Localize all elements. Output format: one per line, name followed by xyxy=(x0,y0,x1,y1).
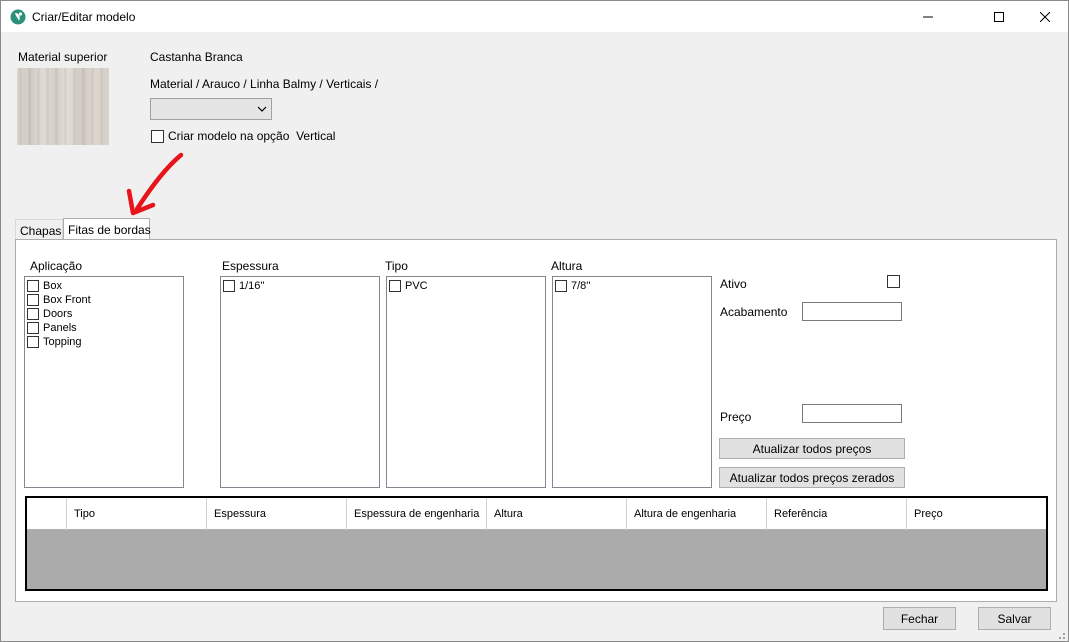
list-item[interactable]: PVC xyxy=(387,279,545,293)
tipo-checkbox[interactable] xyxy=(389,280,401,292)
column-header-tipo[interactable]: Tipo xyxy=(67,498,207,530)
aplicacao-checkbox[interactable] xyxy=(27,280,39,292)
column-header-espessura-engenharia[interactable]: Espessura de engenharia xyxy=(347,498,487,530)
column-header-referencia[interactable]: Referência xyxy=(767,498,907,530)
altura-label: Altura xyxy=(551,259,583,273)
create-vertical-checkbox[interactable] xyxy=(151,129,164,143)
prices-grid[interactable]: Tipo Espessura Espessura de engenharia A… xyxy=(25,496,1048,591)
aplicacao-checkbox[interactable] xyxy=(27,336,39,348)
resize-grip-icon[interactable] xyxy=(1055,629,1067,641)
maximize-button[interactable] xyxy=(976,1,1022,32)
tab-panel-fitas-de-bordas: Aplicação Box Box Front Doors Panels Top… xyxy=(15,239,1057,602)
aplicacao-checkbox[interactable] xyxy=(27,308,39,320)
ativo-label: Ativo xyxy=(720,277,747,291)
close-window-button[interactable] xyxy=(1022,1,1068,32)
close-icon xyxy=(1040,11,1050,22)
list-item[interactable]: 1/16'' xyxy=(221,279,379,293)
material-label: Material superior xyxy=(18,50,108,64)
material-swatch xyxy=(17,68,109,145)
material-name: Castanha Branca xyxy=(150,50,243,64)
column-header-espessura[interactable]: Espessura xyxy=(207,498,347,530)
aplicacao-label: Aplicação xyxy=(30,259,83,273)
aplicacao-checkbox[interactable] xyxy=(27,322,39,334)
acabamento-input[interactable] xyxy=(802,302,902,321)
tipo-label: Tipo xyxy=(385,259,408,273)
list-item[interactable]: Panels xyxy=(25,321,183,335)
espessura-label: Espessura xyxy=(222,259,279,273)
list-item-label: Panels xyxy=(43,322,77,334)
altura-checkbox[interactable] xyxy=(555,280,567,292)
list-item-label: 1/16'' xyxy=(239,280,265,292)
update-zeroed-prices-button[interactable]: Atualizar todos preços zerados xyxy=(719,467,905,488)
list-item-label: Box Front xyxy=(43,294,91,306)
aplicacao-list: Box Box Front Doors Panels Topping xyxy=(24,276,184,488)
window-title: Criar/Editar modelo xyxy=(32,10,136,24)
chevron-down-icon xyxy=(257,106,267,112)
preco-label: Preço xyxy=(720,410,752,424)
material-combo[interactable] xyxy=(150,98,272,120)
espessura-checkbox[interactable] xyxy=(223,280,235,292)
list-item-label: Doors xyxy=(43,308,73,320)
list-item-label: 7/8'' xyxy=(571,280,591,292)
tab-fitas-de-bordas[interactable]: Fitas de bordas xyxy=(63,218,151,240)
minimize-button[interactable] xyxy=(905,1,951,32)
close-button[interactable]: Fechar xyxy=(883,607,956,630)
ativo-checkbox[interactable] xyxy=(887,275,900,288)
grid-header-corner xyxy=(27,498,67,530)
tab-chapas[interactable]: Chapas xyxy=(15,219,63,240)
list-item[interactable]: Doors xyxy=(25,307,183,321)
aplicacao-checkbox[interactable] xyxy=(27,294,39,306)
list-item[interactable]: 7/8'' xyxy=(553,279,711,293)
create-vertical-label: Criar modelo na opção Vertical xyxy=(168,129,336,143)
list-item[interactable]: Box Front xyxy=(25,293,183,307)
list-item-label: PVC xyxy=(405,280,428,292)
material-path: Material / Arauco / Linha Balmy / Vertic… xyxy=(150,77,379,91)
column-header-preco[interactable]: Preço xyxy=(907,498,1046,530)
column-header-altura[interactable]: Altura xyxy=(487,498,627,530)
grid-header: Tipo Espessura Espessura de engenharia A… xyxy=(27,498,1046,530)
column-header-altura-engenharia[interactable]: Altura de engenharia xyxy=(627,498,767,530)
maximize-icon xyxy=(994,11,1004,22)
list-item[interactable]: Box xyxy=(25,279,183,293)
list-item-label: Box xyxy=(43,280,62,292)
tipo-list: PVC xyxy=(386,276,546,488)
list-item[interactable]: Topping xyxy=(25,335,183,349)
title-bar: Criar/Editar modelo xyxy=(1,1,1068,32)
preco-input[interactable] xyxy=(802,404,902,423)
app-logo-icon xyxy=(10,9,26,25)
save-button[interactable]: Salvar xyxy=(978,607,1051,630)
espessura-list: 1/16'' xyxy=(220,276,380,488)
minimize-icon xyxy=(923,16,933,17)
altura-list: 7/8'' xyxy=(552,276,712,488)
list-item-label: Topping xyxy=(43,336,82,348)
dialog-window: Criar/Editar modelo Material superior Ca… xyxy=(0,0,1069,642)
update-all-prices-button[interactable]: Atualizar todos preços xyxy=(719,438,905,459)
create-vertical-option[interactable]: Criar modelo na opção Vertical xyxy=(151,129,335,143)
acabamento-label: Acabamento xyxy=(720,305,788,319)
